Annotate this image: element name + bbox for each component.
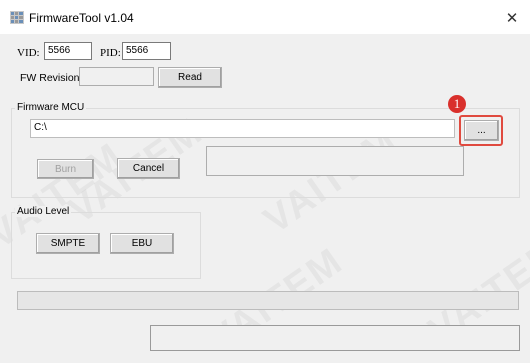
vid-input[interactable]: 5566	[44, 42, 92, 60]
browse-highlight-box	[459, 115, 503, 146]
bottom-status-field	[150, 325, 520, 351]
firmware-path-input[interactable]: C:\	[30, 119, 455, 138]
burn-status-field	[206, 146, 464, 176]
grid-app-icon	[10, 11, 24, 24]
pid-input[interactable]: 5566	[122, 42, 171, 60]
burn-button[interactable]: Burn	[37, 159, 94, 179]
firmware-mcu-legend: Firmware MCU	[15, 102, 87, 113]
cancel-button[interactable]: Cancel	[117, 158, 180, 179]
step-marker: 1	[448, 95, 466, 113]
progress-bar	[17, 291, 519, 310]
ebu-button[interactable]: EBU	[110, 233, 174, 254]
fw-revision-field	[79, 67, 154, 86]
close-icon: ✕	[505, 10, 519, 27]
smpte-button[interactable]: SMPTE	[36, 233, 100, 254]
close-button[interactable]: ✕	[500, 6, 524, 30]
audio-level-legend: Audio Level	[15, 206, 72, 217]
pid-label: PID:	[100, 47, 121, 59]
fw-revision-label: FW Revision:	[20, 72, 83, 84]
window-title: FirmwareTool v1.04	[29, 11, 134, 25]
vid-label: VID:	[17, 47, 40, 59]
read-button[interactable]: Read	[158, 67, 222, 88]
